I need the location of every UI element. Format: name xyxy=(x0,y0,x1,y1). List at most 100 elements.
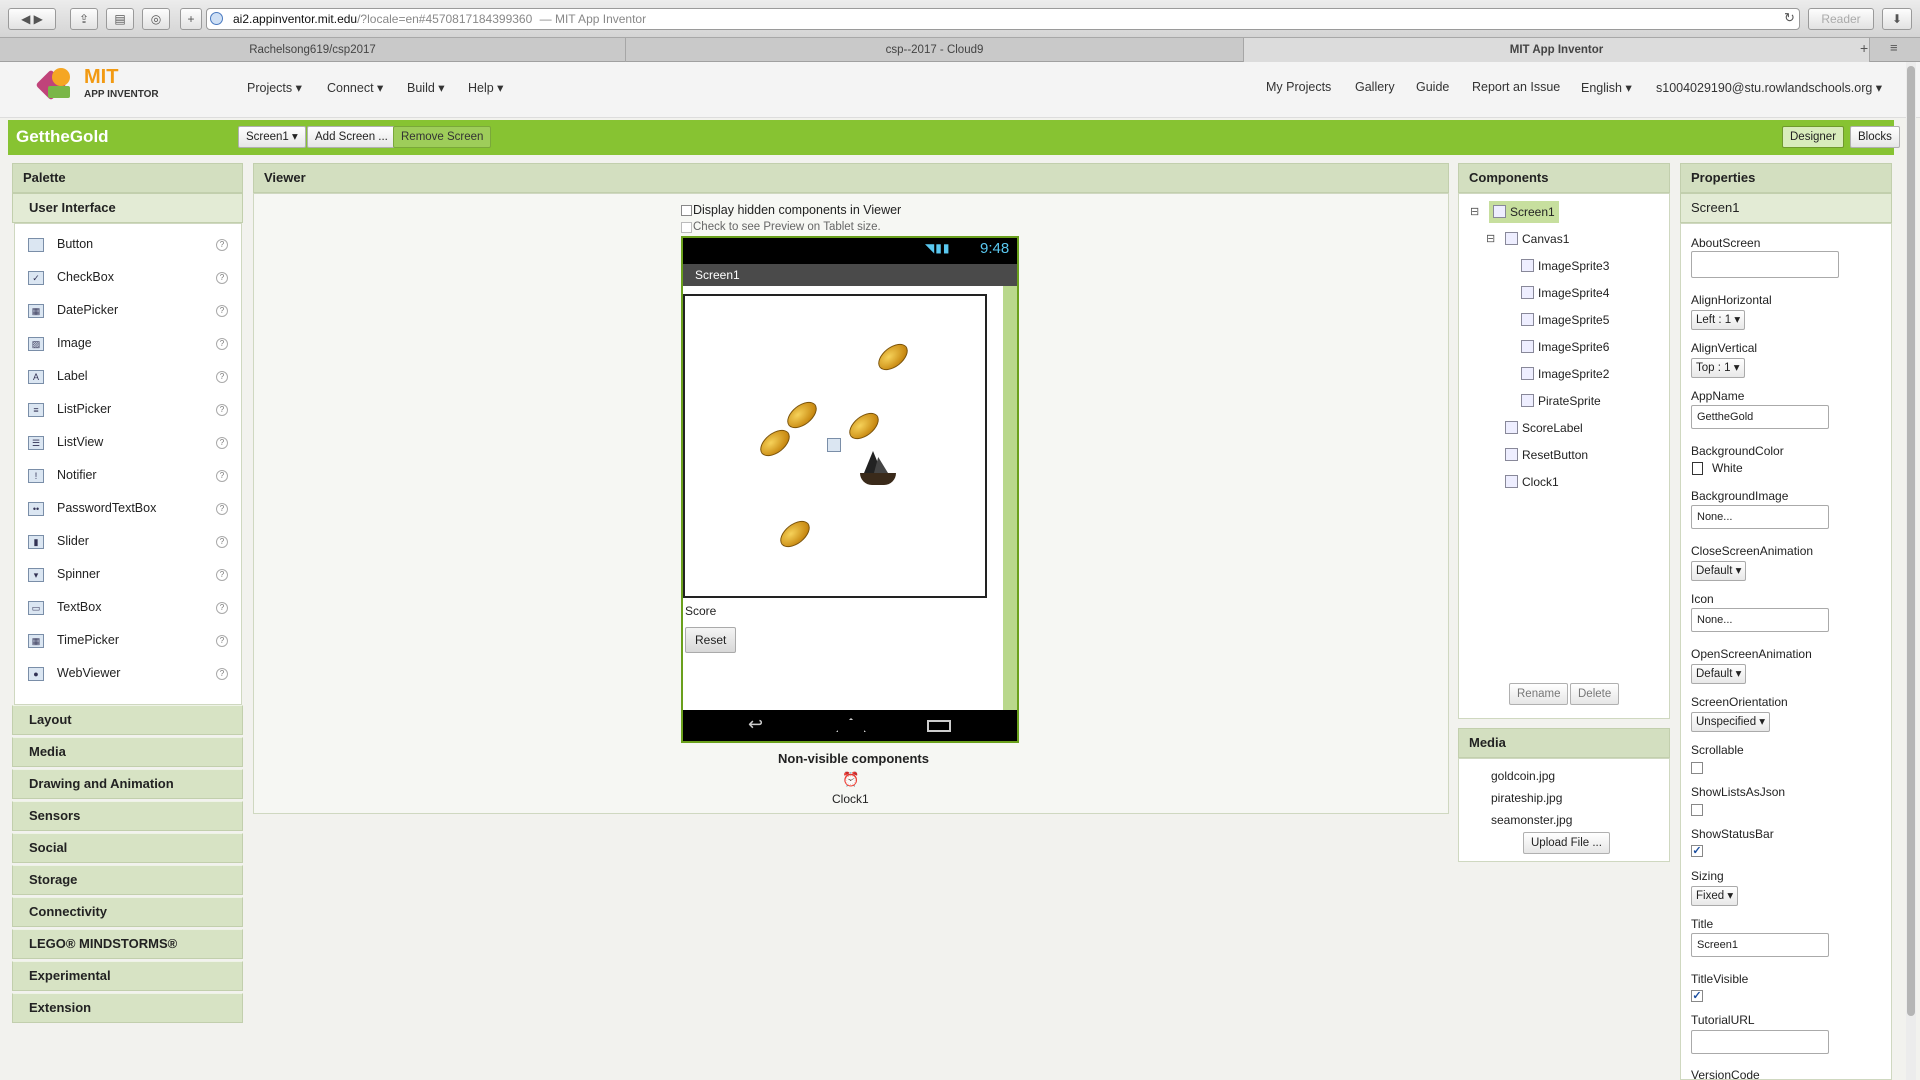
help-icon[interactable]: ? xyxy=(216,536,228,548)
reset-button[interactable]: Reset xyxy=(685,627,737,653)
prop-showlistsasjson-checkbox[interactable] xyxy=(1691,804,1703,816)
palette-item-webviewer[interactable]: ● WebViewer? xyxy=(14,658,240,691)
broken-image-sprite-icon[interactable] xyxy=(827,438,841,452)
share-icon[interactable]: ⇪ xyxy=(70,8,98,30)
prop-appname-input[interactable]: GettheGold xyxy=(1691,405,1829,429)
prop-aboutscreen-textarea[interactable] xyxy=(1691,251,1839,278)
help-icon[interactable]: ? xyxy=(216,404,228,416)
account-menu[interactable]: s1004029190@stu.rowlandschools.org ▾ xyxy=(1656,80,1882,95)
remove-screen-button[interactable]: Remove Screen xyxy=(393,126,492,148)
language-menu[interactable]: English ▾ xyxy=(1581,80,1632,95)
prop-alignhorizontal-select[interactable]: Left : 1 ▾ xyxy=(1691,310,1746,330)
tablet-preview-checkbox[interactable] xyxy=(681,222,692,233)
page-scrollbar[interactable] xyxy=(1906,62,1916,1080)
link-report-issue[interactable]: Report an Issue xyxy=(1472,80,1560,94)
page-scrollbar-thumb[interactable] xyxy=(1907,66,1915,1016)
category-extension[interactable]: Extension xyxy=(12,993,243,1023)
menu-connect[interactable]: Connect ▾ xyxy=(327,80,383,95)
upload-file-button[interactable]: Upload File ... xyxy=(1523,832,1610,854)
category-connectivity[interactable]: Connectivity xyxy=(12,897,243,927)
palette-item-notifier[interactable]: ! Notifier? xyxy=(14,460,240,493)
mit-logo-icon[interactable] xyxy=(35,66,80,102)
help-icon[interactable]: ? xyxy=(216,635,228,647)
category-layout[interactable]: Layout xyxy=(12,705,243,735)
topsites-icon[interactable]: ◎ xyxy=(142,8,170,30)
tree-item-imagesprite2[interactable]: ImageSprite2 xyxy=(1521,363,1609,385)
help-icon[interactable]: ? xyxy=(216,437,228,449)
tree-toggle-icon[interactable]: ⊟ xyxy=(1486,232,1495,245)
menu-projects[interactable]: Projects ▾ xyxy=(247,80,302,95)
palette-item-passwordtextbox[interactable]: •• PasswordTextBox? xyxy=(14,493,240,526)
prop-backgroundcolor-value[interactable]: White xyxy=(1712,461,1743,475)
palette-item-listpicker[interactable]: ≡ ListPicker? xyxy=(14,394,240,427)
prop-openscreenanimation-select[interactable]: Default ▾ xyxy=(1691,664,1747,684)
tree-item-imagesprite6[interactable]: ImageSprite6 xyxy=(1521,336,1609,358)
designer-button[interactable]: Designer xyxy=(1782,126,1845,148)
prop-sizing-select[interactable]: Fixed ▾ xyxy=(1691,886,1739,906)
palette-item-listview[interactable]: ☰ ListView? xyxy=(14,427,240,460)
help-icon[interactable]: ? xyxy=(216,569,228,581)
prop-backgroundimage-picker[interactable]: None... xyxy=(1691,505,1829,529)
tree-item-imagesprite3[interactable]: ImageSprite3 xyxy=(1521,255,1609,277)
prop-showstatusbar-checkbox[interactable]: ✓ xyxy=(1691,845,1703,857)
help-icon[interactable]: ? xyxy=(216,272,228,284)
palette-item-datepicker[interactable]: ▦ DatePicker? xyxy=(14,295,240,328)
pirate-ship-sprite[interactable] xyxy=(852,449,900,491)
prop-titlevisible-checkbox[interactable]: ✓ xyxy=(1691,990,1703,1002)
reload-icon[interactable]: ↻ xyxy=(1784,10,1795,26)
prop-closescreenanimation-select[interactable]: Default ▾ xyxy=(1691,561,1747,581)
back-nav-icon[interactable]: ↩ xyxy=(748,714,763,735)
link-gallery[interactable]: Gallery xyxy=(1355,80,1395,94)
link-my-projects[interactable]: My Projects xyxy=(1266,80,1331,94)
prop-title-input[interactable]: Screen1 xyxy=(1691,933,1829,957)
back-forward-buttons[interactable]: ◀ ▶ xyxy=(8,8,56,30)
browser-tab-3[interactable]: MIT App Inventor xyxy=(1244,38,1870,62)
tree-item-piratesprite[interactable]: PirateSprite xyxy=(1521,390,1601,412)
tree-item-resetbutton[interactable]: ResetButton xyxy=(1505,444,1588,466)
help-icon[interactable]: ? xyxy=(216,305,228,317)
address-bar[interactable]: ai2.appinventor.mit.edu/?locale=en#45708… xyxy=(206,8,1800,30)
prop-scrollable-checkbox[interactable] xyxy=(1691,762,1703,774)
menu-help[interactable]: Help ▾ xyxy=(468,80,503,95)
link-guide[interactable]: Guide xyxy=(1416,80,1449,94)
color-swatch-icon[interactable] xyxy=(1692,462,1703,475)
help-icon[interactable]: ? xyxy=(216,239,228,251)
category-storage[interactable]: Storage xyxy=(12,865,243,895)
tab-overview-icon[interactable]: ≡ xyxy=(1890,40,1898,55)
palette-item-textbox[interactable]: ▭ TextBox? xyxy=(14,592,240,625)
media-file-1[interactable]: goldcoin.jpg xyxy=(1491,769,1555,783)
blocks-button[interactable]: Blocks xyxy=(1850,126,1900,148)
new-tab-plus-icon[interactable]: + xyxy=(1860,40,1868,56)
hidden-components-checkbox[interactable] xyxy=(681,205,692,216)
screen-scrollbar[interactable] xyxy=(1003,286,1017,710)
category-drawing-and-animation[interactable]: Drawing and Animation xyxy=(12,769,243,799)
menu-build[interactable]: Build ▾ xyxy=(407,80,445,95)
palette-item-timepicker[interactable]: ▦ TimePicker? xyxy=(14,625,240,658)
palette-item-slider[interactable]: ▮ Slider? xyxy=(14,526,240,559)
category-social[interactable]: Social xyxy=(12,833,243,863)
palette-item-spinner[interactable]: ▾ Spinner? xyxy=(14,559,240,592)
help-icon[interactable]: ? xyxy=(216,602,228,614)
prop-icon-picker[interactable]: None... xyxy=(1691,608,1829,632)
help-icon[interactable]: ? xyxy=(216,470,228,482)
category-media[interactable]: Media xyxy=(12,737,243,767)
help-icon[interactable]: ? xyxy=(216,668,228,680)
nonvisible-clock1[interactable]: Clock1 xyxy=(832,792,869,806)
recents-nav-icon[interactable] xyxy=(927,720,951,732)
tree-item-screen1[interactable]: Screen1 xyxy=(1489,201,1559,223)
help-icon[interactable]: ? xyxy=(216,503,228,515)
help-icon[interactable]: ? xyxy=(216,371,228,383)
tree-item-scorelabel[interactable]: ScoreLabel xyxy=(1505,417,1583,439)
add-screen-button[interactable]: Add Screen ... xyxy=(307,126,396,148)
palette-item-image[interactable]: ▨ Image? xyxy=(14,328,240,361)
category-user-interface[interactable]: User Interface xyxy=(12,193,243,223)
tree-item-canvas1[interactable]: Canvas1 xyxy=(1505,228,1569,250)
screen-select[interactable]: Screen1 ▾ xyxy=(238,126,306,148)
prop-tutorialurl-input[interactable] xyxy=(1691,1030,1829,1054)
media-file-3[interactable]: seamonster.jpg xyxy=(1491,813,1572,827)
tree-item-clock1[interactable]: Clock1 xyxy=(1505,471,1559,493)
reader-button[interactable]: Reader xyxy=(1808,8,1874,30)
browser-tab-1[interactable]: Rachelsong619/csp2017 xyxy=(0,38,626,62)
rename-button[interactable]: Rename xyxy=(1509,683,1569,705)
media-file-2[interactable]: pirateship.jpg xyxy=(1491,791,1562,805)
